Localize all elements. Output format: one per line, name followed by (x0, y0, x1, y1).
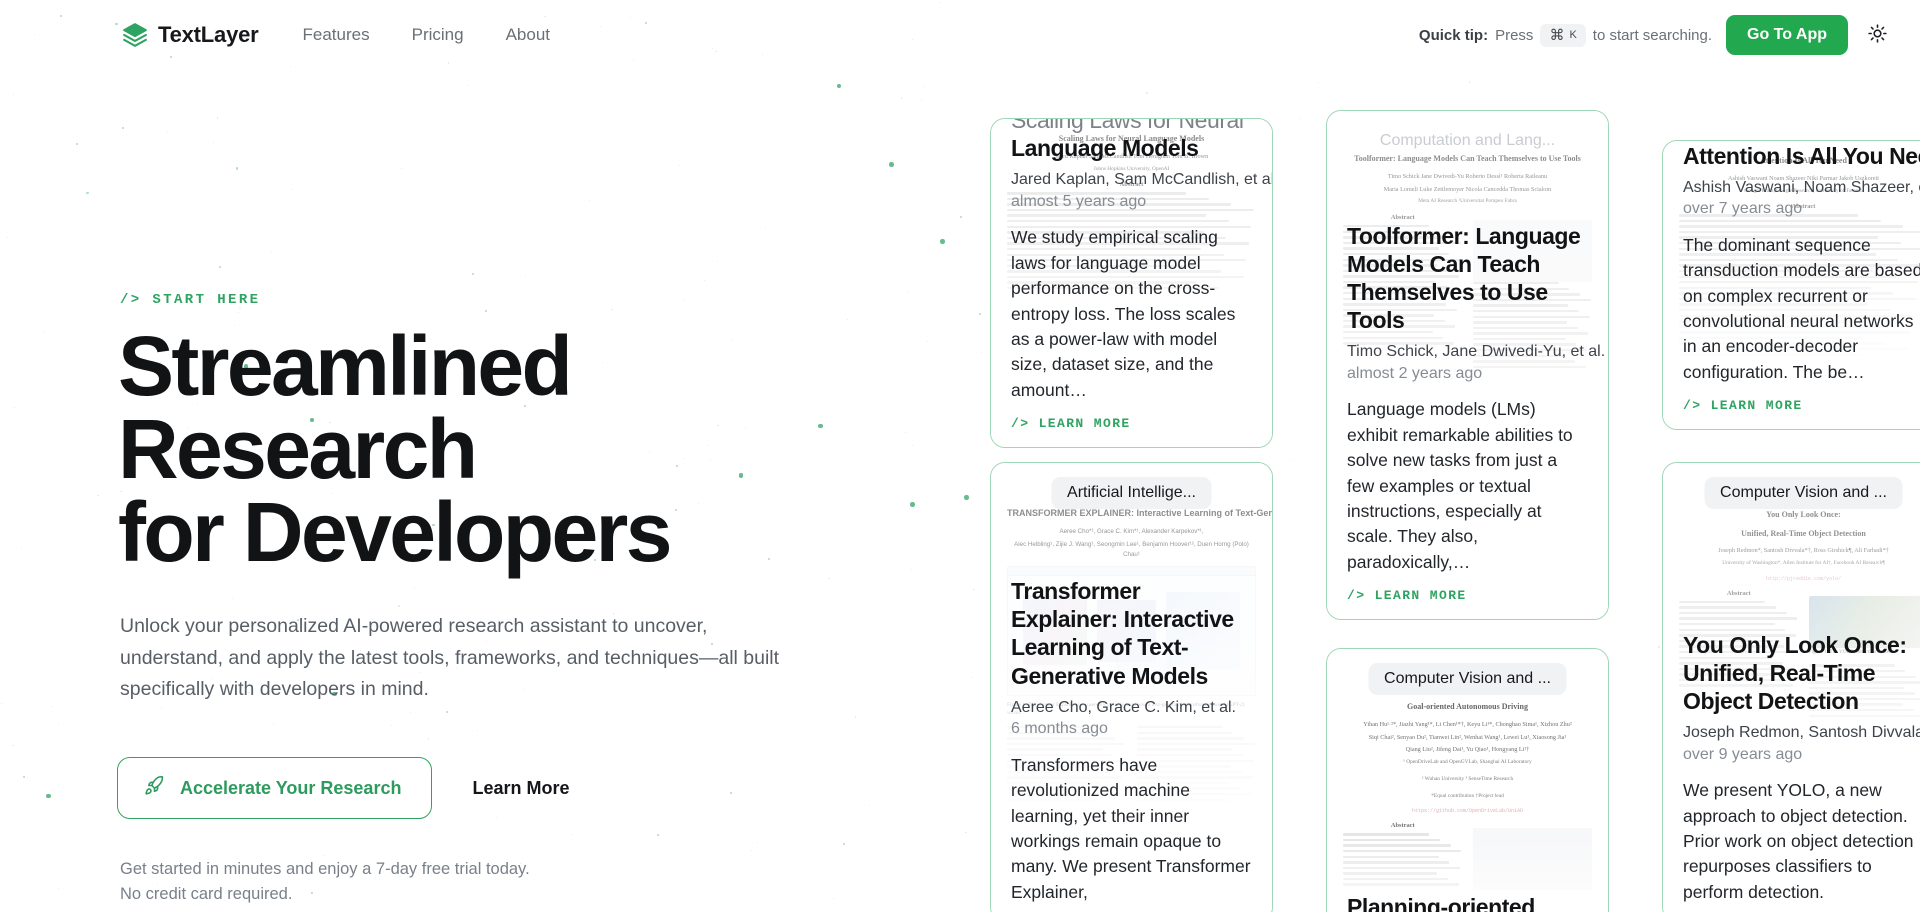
card-content: Attention Is All You Need Ashish Vaswani… (1663, 142, 1920, 429)
category-badge: Artificial Intellige... (1051, 477, 1212, 509)
layers-icon (122, 22, 148, 48)
hero-title-line-3: for Developers (118, 485, 672, 580)
main-nav: Features Pricing About (303, 25, 551, 45)
hero-eyebrow: /> START HERE (120, 292, 261, 308)
learn-more-button[interactable]: Learn More (458, 768, 583, 809)
card-title: You Only Look Once: Unified, Real-Time O… (1683, 631, 1907, 714)
card-content: Scaling Laws for Neural Language Models … (991, 118, 1273, 447)
learn-more-link[interactable]: /> LEARN MORE (1683, 398, 1920, 413)
paper-card[interactable]: You Only Look Once: Unified, Real-Time O… (1662, 462, 1920, 912)
paper-card[interactable]: TRANSFORMER EXPLAINER: Interactive Learn… (990, 462, 1273, 912)
command-key-icon: ⌘ (1549, 26, 1565, 44)
card-title: Transformer Explainer: Interactive Learn… (1011, 578, 1234, 689)
category-badge: Computer Vision and ... (1704, 477, 1903, 509)
site-header: TextLayer Features Pricing About Quick t… (0, 0, 1920, 70)
card-authors: Joseph Redmon, Santosh Divvala, et al. (1683, 723, 1920, 741)
hero-actions: Accelerate Your Research Learn More (117, 757, 584, 819)
search-hint-prefix: Quick tip: (1418, 26, 1489, 44)
paper-card[interactable]: Toolformer: Language Models Can Teach Th… (1326, 110, 1609, 620)
paper-card[interactable]: Goal-oriented Autonomous Driving Yihan H… (1326, 648, 1609, 912)
paper-card[interactable]: Attention Is All You Need Ashish Vaswani… (1662, 140, 1920, 430)
header-actions: Quick tip: Press ⌘ K to start searching.… (1419, 15, 1892, 55)
card-content: Toolformer: Language Models Can Teach Th… (1327, 222, 1608, 619)
hero-section: /> START HERE Streamlined Research for D… (0, 0, 900, 912)
hero-note: Get started in minutes and enjoy a 7-day… (120, 857, 680, 907)
sun-icon (1867, 24, 1887, 46)
learn-more-link[interactable]: /> LEARN MORE (1347, 588, 1588, 603)
theme-toggle-button[interactable] (1862, 20, 1892, 50)
paper-card[interactable]: Scaling Laws for Neural Language Models … (990, 118, 1273, 448)
hero-title-line-2: Research (118, 402, 478, 497)
nav-item-pricing[interactable]: Pricing (412, 25, 464, 45)
card-title-bold: Language Models (1011, 135, 1199, 162)
card-date: almost 5 years ago (1011, 192, 1147, 210)
card-content: Transformer Explainer: Interactive Learn… (991, 577, 1272, 912)
card-abstract: Transformers have revolutionized machine… (1011, 754, 1251, 902)
card-authors: Jared Kaplan, Sam McCandlish, et al. (1011, 171, 1273, 189)
accelerate-research-button[interactable]: Accelerate Your Research (117, 757, 433, 819)
card-abstract: The dominant sequence transduction model… (1683, 234, 1920, 382)
search-hint: Quick tip: Press ⌘ K to start searching. (1418, 23, 1713, 47)
category-badge: Computation and Lang... (1379, 132, 1556, 149)
card-abstract: We present YOLO, a new approach to objec… (1683, 780, 1914, 902)
hero-title-line-1: Streamlined (118, 319, 573, 413)
card-abstract: Language models (LMs) exhibit remarkable… (1347, 399, 1573, 572)
hero-subtitle: Unlock your personalized AI-powered rese… (120, 615, 780, 701)
learn-more-link[interactable]: /> LEARN MORE (1011, 416, 1252, 431)
card-date: almost 2 years ago (1347, 364, 1483, 382)
go-to-app-button[interactable]: Go To App (1726, 15, 1848, 55)
card-title: Planning-oriented (1347, 893, 1535, 912)
card-authors: Timo Schick, Jane Dwivedi-Yu, et al. (1347, 343, 1606, 361)
hero-note-line-1: Get started in minutes and enjoy a 7-day… (120, 860, 530, 878)
card-abstract: We study empirical scaling laws for lang… (1011, 227, 1236, 400)
card-date: 6 months ago (1011, 720, 1108, 738)
nav-item-about[interactable]: About (506, 25, 550, 45)
card-date: over 9 years ago (1683, 745, 1803, 763)
hero-note-line-2: No credit card required. (120, 884, 293, 903)
card-title-dim: Scaling Laws for Neural (1011, 118, 1244, 134)
card-title: Attention Is All You Need (1683, 142, 1920, 169)
card-date: over 7 years ago (1683, 200, 1803, 218)
card-title: Toolformer: Language Models Can Teach Th… (1347, 223, 1581, 334)
accelerate-research-label: Accelerate Your Research (180, 777, 402, 798)
search-hint-suffix: to start searching. (1592, 26, 1713, 44)
card-content: You Only Look Once: Unified, Real-Time O… (1663, 631, 1920, 912)
shortcut-letter: K (1569, 28, 1577, 41)
rocket-icon (144, 775, 165, 801)
brand-name: TextLayer (158, 22, 259, 47)
card-title: Scaling Laws for Neural Language Models (1011, 118, 1252, 162)
nav-item-features[interactable]: Features (303, 25, 370, 45)
card-authors: Aeree Cho, Grace C. Kim, et al. (1011, 698, 1236, 716)
card-authors: Ashish Vaswani, Noam Shazeer, et al. (1683, 178, 1920, 196)
keyboard-shortcut-chip[interactable]: ⌘ K (1540, 23, 1586, 47)
brand[interactable]: TextLayer (122, 22, 259, 48)
page-title: Streamlined Research for Developers (118, 324, 878, 574)
search-hint-press: Press (1495, 26, 1534, 44)
card-content: Planning-oriented (1327, 893, 1608, 912)
page-root: TextLayer Features Pricing About Quick t… (0, 0, 1920, 912)
category-badge: Computer Vision and ... (1368, 663, 1567, 695)
